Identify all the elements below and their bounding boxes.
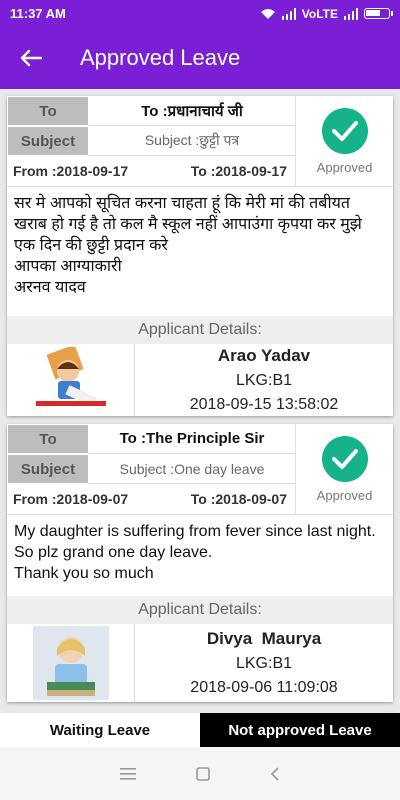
signal-icon-2 bbox=[344, 7, 358, 20]
arrow-left-icon bbox=[20, 49, 42, 67]
battery-icon bbox=[364, 8, 393, 19]
status-box: Approved bbox=[295, 424, 393, 514]
page-title: Approved Leave bbox=[80, 45, 241, 70]
date-range: From :2018-09-07 To :2018-09-07 bbox=[7, 484, 295, 514]
applied-timestamp: 2018-09-15 13:58:02 bbox=[189, 396, 339, 413]
applicant-name: Arao Yadav bbox=[217, 346, 311, 365]
to-value: To :The Principle Sir bbox=[89, 424, 295, 454]
from-date: From :2018-09-17 bbox=[13, 163, 129, 179]
signal-icon bbox=[281, 7, 296, 20]
tab-not-approved-leave[interactable]: Not approved Leave bbox=[200, 713, 400, 747]
tab-waiting-leave[interactable]: Waiting Leave bbox=[0, 713, 200, 747]
app-bar: Approved Leave bbox=[0, 27, 400, 89]
subject-label: Subject bbox=[7, 126, 89, 156]
applicant-header: Applicant Details: bbox=[7, 316, 393, 344]
back-nav-icon[interactable] bbox=[270, 766, 280, 781]
back-button[interactable] bbox=[0, 27, 62, 89]
leave-list[interactable]: To To :प्रधानाचार्य जी Subject Subject :… bbox=[0, 89, 400, 711]
subject-label: Subject bbox=[7, 454, 89, 484]
applicant-details: Divya Maurya LKG:B1 2018-09-06 11:09:08 bbox=[135, 624, 393, 702]
wifi-icon bbox=[260, 8, 275, 19]
applicant-photo bbox=[7, 344, 135, 416]
student-avatar-icon bbox=[35, 347, 106, 407]
bottom-tabs: Waiting Leave Not approved Leave bbox=[0, 713, 400, 747]
check-circle-icon bbox=[321, 435, 368, 482]
leave-card[interactable]: To To :प्रधानाचार्य जी Subject Subject :… bbox=[7, 96, 393, 416]
check-circle-icon bbox=[321, 107, 368, 154]
leave-card[interactable]: To To :The Principle Sir Subject Subject… bbox=[7, 424, 393, 702]
system-nav-bar bbox=[0, 747, 400, 800]
to-value: To :प्रधानाचार्य जी bbox=[89, 96, 295, 126]
subject-value: Subject :छुट्टी पत्र bbox=[89, 126, 295, 156]
applicant-class: LKG:B1 bbox=[235, 372, 293, 389]
applicant-header: Applicant Details: bbox=[7, 596, 393, 624]
message-text: My daughter is suffering from fever sinc… bbox=[14, 523, 376, 582]
to-label: To bbox=[7, 96, 89, 126]
to-date: To :2018-09-17 bbox=[190, 163, 287, 179]
applicant-class: LKG:B1 bbox=[235, 655, 293, 672]
leave-message: My daughter is suffering from fever sinc… bbox=[7, 514, 393, 596]
status-badge: Approved bbox=[316, 487, 373, 503]
home-icon[interactable] bbox=[196, 766, 210, 781]
subject-value: Subject :One day leave bbox=[89, 454, 295, 484]
status-icons: VoLTE bbox=[260, 6, 393, 21]
to-label: To bbox=[7, 424, 89, 454]
applied-timestamp: 2018-09-06 11:09:08 bbox=[190, 679, 338, 696]
student-avatar-icon bbox=[32, 626, 109, 700]
from-date: From :2018-09-07 bbox=[13, 491, 129, 507]
network-label: VoLTE bbox=[301, 6, 338, 21]
menu-icon[interactable] bbox=[120, 767, 136, 780]
applicant-details: Arao Yadav LKG:B1 2018-09-15 13:58:02 bbox=[135, 344, 393, 416]
to-date: To :2018-09-07 bbox=[190, 491, 287, 507]
leave-message: सर मे आपको सूचित करना चाहता हूं कि मेरी … bbox=[7, 186, 393, 316]
status-bar: 11:37 AM VoLTE bbox=[0, 0, 400, 27]
status-box: Approved bbox=[295, 96, 393, 186]
status-time: 11:37 AM bbox=[10, 6, 66, 21]
date-range: From :2018-09-17 To :2018-09-17 bbox=[7, 156, 295, 186]
status-badge: Approved bbox=[316, 159, 373, 175]
applicant-name: Divya Maurya bbox=[206, 629, 322, 648]
message-text: सर मे आपको सूचित करना चाहता हूं कि मेरी … bbox=[14, 195, 362, 296]
applicant-photo bbox=[7, 624, 135, 702]
